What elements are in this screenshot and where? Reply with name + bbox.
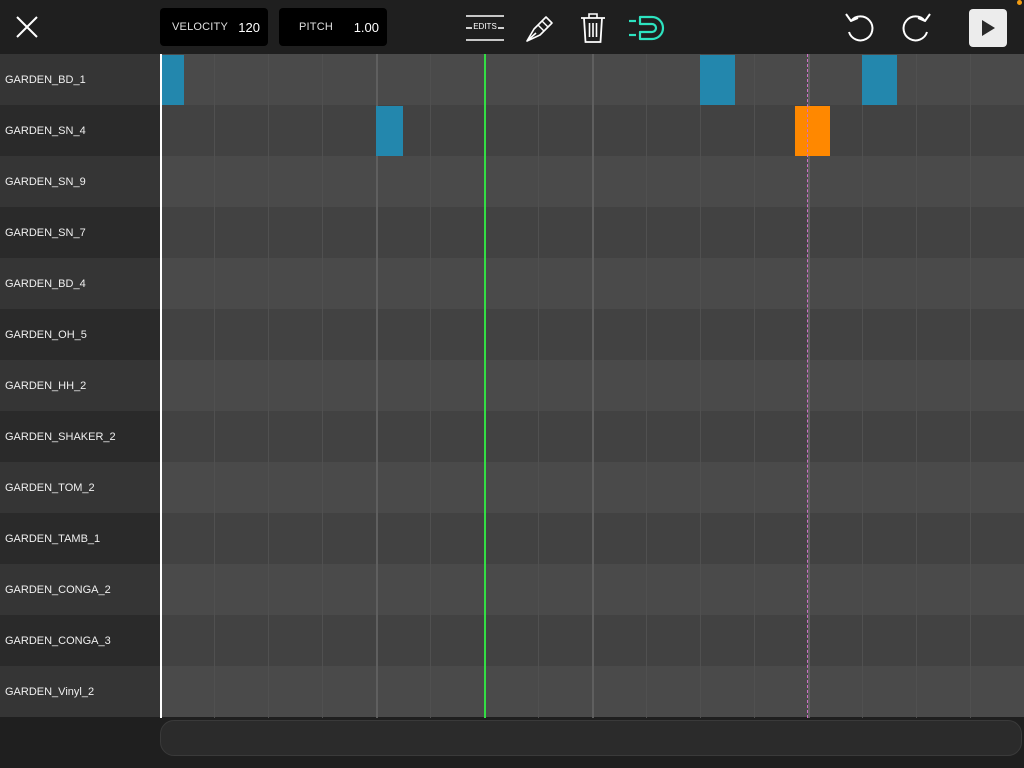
pen-icon xyxy=(526,16,553,42)
grid-line xyxy=(646,54,647,718)
grid-line xyxy=(592,54,594,718)
note[interactable] xyxy=(376,106,403,156)
magnet-icon xyxy=(629,15,665,41)
close-button[interactable] xyxy=(10,10,44,44)
track-label[interactable]: GARDEN_CONGA_3 xyxy=(0,615,160,666)
edits-label: EDITS xyxy=(473,22,497,31)
velocity-label: VELOCITY xyxy=(172,21,229,33)
toolbar: VELOCITY 120 PITCH 1.00 EDITS xyxy=(0,0,1024,54)
track-label[interactable]: GARDEN_SHAKER_2 xyxy=(0,411,160,462)
playhead[interactable] xyxy=(484,54,486,718)
note[interactable] xyxy=(700,55,736,105)
redo-button[interactable] xyxy=(896,8,936,48)
undo-icon xyxy=(845,13,874,42)
note[interactable] xyxy=(862,55,898,105)
status-indicator xyxy=(1017,0,1022,5)
snap-toggle[interactable] xyxy=(626,9,670,47)
delete-button[interactable] xyxy=(574,9,612,47)
undo-button[interactable] xyxy=(840,8,880,48)
note[interactable] xyxy=(160,55,185,105)
play-icon xyxy=(982,20,995,36)
grid-line xyxy=(268,54,269,718)
track-label[interactable]: GARDEN_TOM_2 xyxy=(0,462,160,513)
grid-line xyxy=(754,54,755,718)
velocity-control[interactable]: VELOCITY 120 xyxy=(160,8,268,46)
track-label[interactable]: GARDEN_BD_1 xyxy=(0,54,160,105)
track-list: GARDEN_BD_1 GARDEN_SN_4 GARDEN_SN_9 GARDEN_… xyxy=(0,54,160,718)
redo-icon xyxy=(902,13,931,42)
track-label[interactable]: GARDEN_HH_2 xyxy=(0,360,160,411)
note-selected[interactable] xyxy=(794,106,830,156)
draw-tool-button[interactable] xyxy=(520,9,558,47)
grid-line xyxy=(430,54,431,718)
pitch-label: PITCH xyxy=(299,21,333,33)
track-label[interactable]: GARDEN_Vinyl_2 xyxy=(0,666,160,717)
grid-line xyxy=(538,54,539,718)
track-label[interactable]: GARDEN_OH_5 xyxy=(0,309,160,360)
loop-end-marker[interactable] xyxy=(807,54,809,718)
track-label[interactable]: GARDEN_SN_4 xyxy=(0,105,160,156)
grid-line xyxy=(700,54,701,718)
close-icon xyxy=(16,16,38,38)
grid-line xyxy=(862,54,863,718)
trash-icon xyxy=(581,13,605,43)
loop-start-marker[interactable] xyxy=(160,54,162,718)
edits-button[interactable]: EDITS xyxy=(462,9,508,47)
grid-line xyxy=(916,54,917,718)
play-button[interactable] xyxy=(969,9,1007,47)
track-label[interactable]: GARDEN_SN_9 xyxy=(0,156,160,207)
track-label[interactable]: GARDEN_SN_7 xyxy=(0,207,160,258)
horizontal-scrollbar[interactable] xyxy=(160,720,1022,756)
grid-line xyxy=(322,54,323,718)
pitch-control[interactable]: PITCH 1.00 xyxy=(279,8,387,46)
grid-line xyxy=(214,54,215,718)
pitch-value: 1.00 xyxy=(353,19,379,35)
track-label[interactable]: GARDEN_BD_4 xyxy=(0,258,160,309)
sequencer-grid[interactable] xyxy=(160,54,1024,718)
track-label[interactable]: GARDEN_TAMB_1 xyxy=(0,513,160,564)
track-label[interactable]: GARDEN_CONGA_2 xyxy=(0,564,160,615)
grid-line xyxy=(970,54,971,718)
velocity-value: 120 xyxy=(238,19,260,35)
